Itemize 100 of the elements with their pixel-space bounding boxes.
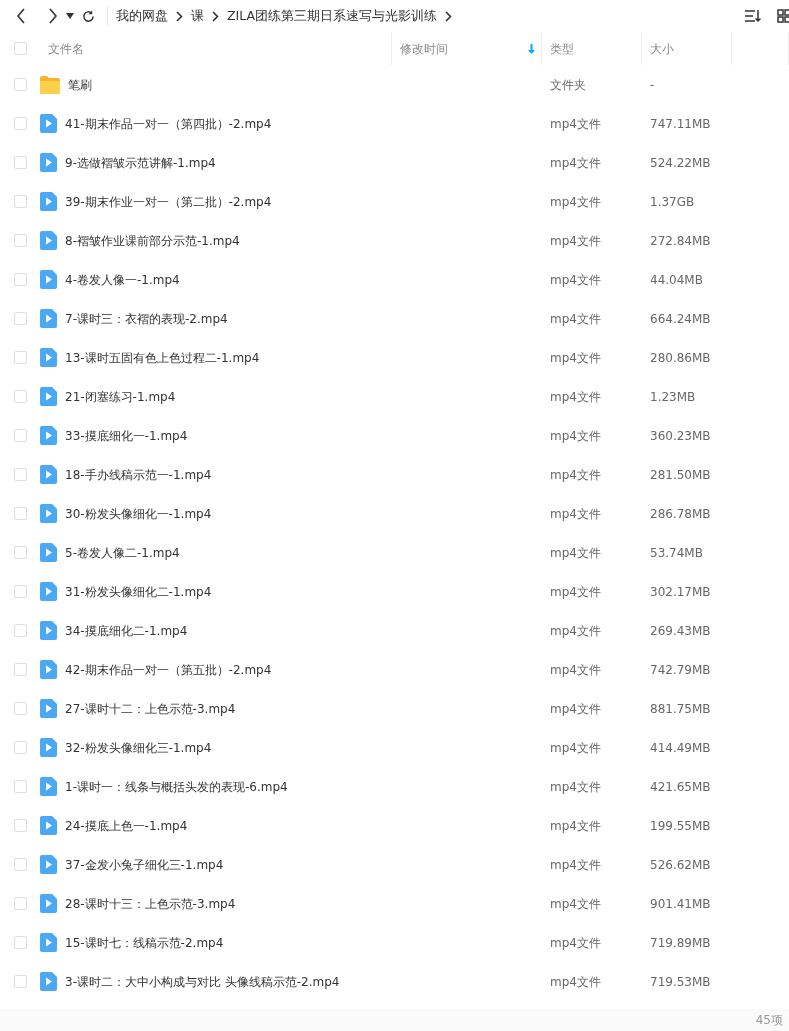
file-name[interactable]: 3-课时二：大中小构成与对比 头像线稿示范-2.mp4	[65, 972, 340, 991]
file-size: 280.86MB	[649, 350, 711, 365]
file-name[interactable]: 30-粉发头像细化一-1.mp4	[65, 504, 212, 523]
file-name[interactable]: 4-卷发人像一-1.mp4	[65, 270, 180, 289]
file-name[interactable]: 34-摸底细化二-1.mp4	[65, 621, 188, 640]
file-size: 199.55MB	[649, 818, 711, 833]
column-header[interactable]: 文件名	[40, 32, 392, 65]
file-name[interactable]: 21-闭塞练习-1.mp4	[65, 387, 176, 406]
row-checkbox[interactable]	[13, 78, 27, 91]
file-type: mp4文件	[549, 428, 601, 443]
row-checkbox[interactable]	[13, 351, 27, 364]
file-type: mp4文件	[549, 506, 601, 521]
video-file-icon	[40, 192, 57, 211]
file-type: mp4文件	[549, 311, 601, 326]
row-checkbox[interactable]	[13, 663, 27, 676]
file-name[interactable]: 8-褶皱作业课前部分示范-1.mp4	[65, 231, 240, 250]
file-type: mp4文件	[549, 857, 601, 872]
file-name[interactable]: 39-期末作业一对一（第二批）-2.mp4	[65, 192, 272, 211]
video-file-icon	[40, 855, 57, 874]
row-checkbox[interactable]	[13, 897, 27, 910]
row-checkbox[interactable]	[13, 780, 27, 793]
row-checkbox[interactable]	[13, 819, 27, 832]
column-header[interactable]: 修改时间	[392, 32, 542, 65]
row-checkbox[interactable]	[13, 234, 27, 247]
row-checkbox[interactable]	[13, 195, 27, 208]
file-type: mp4文件	[549, 701, 601, 716]
breadcrumb-link[interactable]: ZILA团练第三期日系速写与光影训练	[227, 6, 438, 26]
row-checkbox[interactable]	[13, 585, 27, 598]
row-checkbox[interactable]	[13, 312, 27, 325]
row-checkbox[interactable]	[13, 273, 27, 286]
row-checkbox[interactable]	[13, 117, 27, 130]
row-checkbox[interactable]	[13, 975, 27, 988]
file-type: mp4文件	[549, 194, 601, 209]
file-name[interactable]: 笔刷	[68, 75, 92, 94]
file-size: 1.23MB	[649, 389, 696, 404]
file-name[interactable]: 7-课时三：衣褶的表现-2.mp4	[65, 309, 228, 328]
file-name[interactable]: 5-卷发人像二-1.mp4	[65, 543, 180, 562]
select-all-checkbox[interactable]	[13, 42, 27, 55]
file-type: mp4文件	[549, 740, 601, 755]
file-size: 719.89MB	[649, 935, 711, 950]
file-name[interactable]: 32-粉发头像细化三-1.mp4	[65, 738, 212, 757]
file-type: mp4文件	[549, 233, 601, 248]
row-checkbox[interactable]	[13, 156, 27, 169]
file-size: 272.84MB	[649, 233, 711, 248]
video-file-icon	[40, 894, 57, 913]
row-checkbox[interactable]	[13, 468, 27, 481]
row-checkbox[interactable]	[13, 702, 27, 715]
video-file-icon	[40, 504, 57, 523]
video-file-icon	[40, 699, 57, 718]
file-size: -	[649, 77, 655, 92]
file-size: 526.62MB	[649, 857, 711, 872]
file-name[interactable]: 1-课时一：线条与概括头发的表现-6.mp4	[65, 777, 288, 796]
file-name[interactable]: 37-金发小兔子细化三-1.mp4	[65, 855, 224, 874]
breadcrumb-link[interactable]: 课	[191, 6, 204, 26]
file-type: mp4文件	[549, 389, 601, 404]
row-checkbox[interactable]	[13, 624, 27, 637]
video-file-icon	[40, 621, 57, 640]
file-name[interactable]: 41-期末作品一对一（第四批）-2.mp4	[65, 114, 272, 133]
grid-view-icon[interactable]	[777, 9, 789, 23]
row-checkbox[interactable]	[13, 741, 27, 754]
file-name[interactable]: 27-课时十二：上色示范-3.mp4	[65, 699, 236, 718]
video-file-icon	[40, 387, 57, 406]
video-file-icon	[40, 153, 57, 172]
video-file-icon	[40, 933, 57, 952]
file-name[interactable]: 13-课时五固有色上色过程二-1.mp4	[65, 348, 260, 367]
sort-icon[interactable]	[745, 9, 761, 23]
dropdown-caret-icon[interactable]	[66, 13, 74, 19]
row-checkbox[interactable]	[13, 507, 27, 520]
video-file-icon	[40, 582, 57, 601]
file-name[interactable]: 42-期末作品一对一（第五批）-2.mp4	[65, 660, 272, 679]
file-size: 664.24MB	[649, 311, 711, 326]
file-name[interactable]: 15-课时七：线稿示范-2.mp4	[65, 933, 224, 952]
file-size: 360.23MB	[649, 428, 711, 443]
file-name[interactable]: 28-课时十三：上色示范-3.mp4	[65, 894, 236, 913]
file-type: mp4文件	[549, 467, 601, 482]
file-type: mp4文件	[549, 935, 601, 950]
row-checkbox[interactable]	[13, 429, 27, 442]
video-file-icon	[40, 426, 57, 445]
row-checkbox[interactable]	[13, 936, 27, 949]
row-checkbox[interactable]	[13, 858, 27, 871]
file-name[interactable]: 18-手办线稿示范一-1.mp4	[65, 465, 212, 484]
video-file-icon	[40, 465, 57, 484]
file-name[interactable]: 31-粉发头像细化二-1.mp4	[65, 582, 212, 601]
file-type: mp4文件	[549, 584, 601, 599]
column-header[interactable]: 大小	[642, 32, 732, 65]
forward-icon[interactable]	[48, 8, 58, 24]
row-checkbox[interactable]	[13, 546, 27, 559]
refresh-icon[interactable]	[82, 9, 95, 23]
sort-arrow-icon	[528, 43, 535, 54]
video-file-icon	[40, 114, 57, 133]
file-size: 281.50MB	[649, 467, 711, 482]
file-name[interactable]: 9-选做褶皱示范讲解-1.mp4	[65, 153, 216, 172]
column-header[interactable]: 类型	[542, 32, 642, 65]
breadcrumb-link[interactable]: 我的网盘	[116, 6, 168, 26]
file-name[interactable]: 24-摸底上色一-1.mp4	[65, 816, 188, 835]
file-name[interactable]: 33-摸底细化一-1.mp4	[65, 426, 188, 445]
row-checkbox[interactable]	[13, 390, 27, 403]
file-type: mp4文件	[549, 779, 601, 794]
back-icon[interactable]	[16, 8, 26, 24]
file-type: 文件夹	[549, 77, 586, 92]
